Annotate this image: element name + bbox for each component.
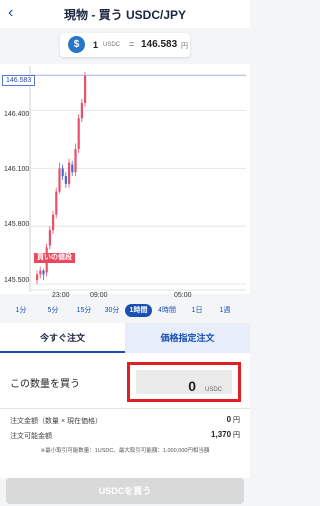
interval-1h[interactable]: 1時間 [125,304,152,317]
price-chart[interactable]: 146.583 146.400 146.100 145.800 145.500 … [0,64,250,299]
quantity-value: 0 [188,378,196,394]
app-header: ‹ 現物 - 買う USDC/JPY [0,0,250,28]
quantity-label: この数量を買う [10,379,80,390]
candle-body [58,168,61,192]
x-axis-label: 05:00 [174,292,192,299]
candle-body [80,102,83,119]
candle-body [64,176,67,184]
interval-15m[interactable]: 15分 [75,304,93,317]
y-axis-label: 145.800 [4,221,30,228]
interval-selector: 1分 5分 15分 30分 1時間 4時間 1日 1週 [0,302,250,318]
candle-body [71,164,74,173]
candle-body [39,270,42,275]
interval-30m[interactable]: 30分 [103,304,121,317]
rate-currency: 円 [181,43,188,50]
candle-body [48,230,51,246]
x-axis-label: 23:00 [52,292,70,299]
candle-body [36,274,39,281]
interval-4h[interactable]: 4時間 [156,304,178,317]
order-type-tabs: 今すぐ注文 価格指定注文 [0,323,250,353]
interval-1d[interactable]: 1日 [190,304,204,317]
tab-limit-order[interactable]: 価格指定注文 [125,323,250,353]
quantity-highlight: 0 USDC [127,362,241,402]
buy-button[interactable]: USDCを買う [6,478,244,504]
rate-qty: 1 [93,40,99,50]
quantity-unit: USDC [204,387,222,393]
candle-body [84,75,87,103]
divider [0,408,250,409]
y-axis-label: 146.100 [4,166,30,173]
rate-unit: USDC [103,42,121,48]
candle-body [77,118,80,150]
rate-value: 146.583 [141,39,178,50]
y-axis-label: 145.500 [4,277,30,284]
order-amount-value: 0 円 [226,415,240,424]
current-price-tag: 146.583 [2,75,36,86]
trade-limit-note: ※最小取引可能数量：1USDC、最大取引可能額：1,000,000円相当額 [40,448,210,454]
rate-card: $ 1 USDC = 146.583 円 [60,33,190,57]
interval-1m[interactable]: 1分 [14,304,28,317]
interval-1w[interactable]: 1週 [218,304,232,317]
rate-equals: = [129,39,135,49]
candle-body [42,270,45,275]
candle-body [52,214,55,231]
candle-body [61,168,64,177]
bottom-bar: USDCを買う [0,478,250,506]
interval-5m[interactable]: 5分 [46,304,60,317]
available-amount-value: 1,370 円 [211,430,240,439]
x-axis-label: 09:00 [90,292,108,299]
usdc-coin-icon: $ [68,36,85,53]
page-title: 現物 - 買う USDC/JPY [63,8,187,22]
order-amount-label: 注文金額（数量 × 現在価格） [10,418,102,425]
candle-body [74,149,77,173]
candle-body [68,162,71,184]
buy-price-tag: 買いの値段 [34,253,75,263]
candle-body [55,191,58,215]
y-axis-label: 146.400 [4,111,30,118]
available-amount-label: 注文可能金額 [10,433,52,440]
tab-market-order[interactable]: 今すぐ注文 [0,323,125,353]
quantity-input[interactable]: 0 USDC [136,370,232,394]
order-form: この数量を買う 0 USDC 注文金額（数量 × 現在価格） 0 円 注文可能金… [0,353,250,478]
